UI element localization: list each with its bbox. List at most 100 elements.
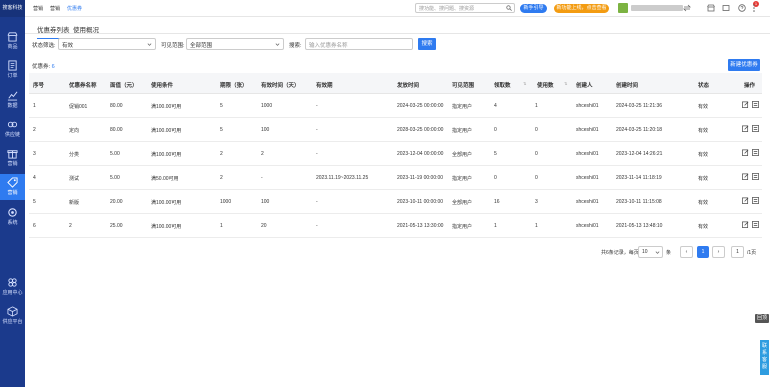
search-button[interactable]: 搜索 <box>418 38 436 50</box>
message-icon[interactable] <box>722 4 730 12</box>
cell-status: 有效 <box>698 128 709 134</box>
cell-limit: 1000 <box>220 199 232 205</box>
column-header: 可见范围 <box>452 83 475 89</box>
tab-coupon-list[interactable]: 优惠券列表 <box>37 24 70 39</box>
cell-value: 5.00 <box>110 151 120 157</box>
column-header: 有效期 <box>316 83 333 89</box>
column-header[interactable]: 使用数 <box>537 81 554 89</box>
cell-received: 4 <box>494 103 497 109</box>
cell-limit: 2 <box>220 175 223 181</box>
tab-usage-overview[interactable]: 使用概况 <box>73 24 99 34</box>
page-size-select[interactable]: 10 <box>638 246 663 258</box>
edit-icon[interactable] <box>742 173 749 180</box>
cell-created-at: 2024-03-25 11:21:36 <box>616 103 663 109</box>
cell-received: 5 <box>494 151 497 157</box>
coupon-search-input[interactable]: 输入优惠券名称 <box>305 38 413 50</box>
column-header: 使用条件 <box>151 83 174 89</box>
cell-creator: shceshi01 <box>576 175 599 181</box>
edit-icon[interactable] <box>742 125 749 132</box>
sort-icon[interactable]: ⇅ <box>564 81 567 86</box>
edit-icon[interactable] <box>742 149 749 156</box>
edit-icon[interactable] <box>742 221 749 228</box>
prev-page-button[interactable]: ‹ <box>680 246 693 258</box>
sidebar-item-supply-platform[interactable]: 供应平台 <box>0 303 25 329</box>
back-to-top-button[interactable]: 回顶 <box>755 314 769 323</box>
edit-icon[interactable] <box>742 101 749 108</box>
cell-condition: 满100.00可用 <box>151 224 182 230</box>
cell-period: - <box>316 151 318 157</box>
topnav-item[interactable]: 营销 <box>33 5 43 12</box>
cell-used: 3 <box>535 199 538 205</box>
customer-service-button[interactable]: 联系客服 <box>760 340 769 375</box>
help-icon[interactable] <box>738 4 746 12</box>
topnav-item-active[interactable]: 优惠券 <box>67 5 82 12</box>
new-coupon-button[interactable]: 新建优惠券 <box>728 59 760 71</box>
copy-icon[interactable] <box>752 173 759 180</box>
guide-button[interactable]: 新手引导 <box>520 4 547 13</box>
cell-created-at: 2023-11-14 11:18:19 <box>616 175 662 181</box>
sort-icon[interactable]: ⇅ <box>523 81 526 86</box>
coupon-search-placeholder: 输入优惠券名称 <box>309 43 348 49</box>
status-select[interactable]: 有效 <box>58 38 156 50</box>
sidebar-item-label: 供应平台 <box>2 319 23 325</box>
sidebar-item-system[interactable]: 系统 <box>0 204 25 230</box>
topnav-item[interactable]: 营销 <box>50 5 60 12</box>
cell-value: 25.00 <box>110 223 123 229</box>
sidebar-item-orders[interactable]: 订单 <box>0 57 25 83</box>
range-select[interactable]: 全部范围 <box>186 38 284 50</box>
exchange-icon[interactable] <box>683 4 691 12</box>
chevron-down-icon <box>655 251 660 254</box>
cell-name: 2 <box>69 223 72 229</box>
cell-condition: 满100.00可用 <box>151 128 182 134</box>
cell-name: 促销001 <box>69 104 88 110</box>
cell-created-at: 2021-05-13 13:48:10 <box>616 223 663 229</box>
cell-visibility: 全部用户 <box>452 200 473 206</box>
cell-visibility: 全部用户 <box>452 152 473 158</box>
cell-visibility: 指定用户 <box>452 128 473 134</box>
cell-days: 1000 <box>261 103 273 109</box>
sidebar-item-promo[interactable]: 营销 <box>0 145 25 171</box>
promo-button[interactable]: 新功能上线，点击查看 <box>554 4 609 13</box>
cell-period: - <box>316 103 318 109</box>
sidebar-item-apps[interactable]: 应用中心 <box>0 274 25 300</box>
gift-icon <box>7 150 18 159</box>
column-header: 发放时间 <box>397 83 420 89</box>
cell-value: 80.00 <box>110 103 123 109</box>
page-jump-input[interactable]: 1 <box>731 246 744 258</box>
shop-icon <box>7 32 18 42</box>
shop-icon[interactable] <box>707 4 715 12</box>
copy-icon[interactable] <box>752 125 759 132</box>
pagination-summary: 共6条记录，每页 <box>601 250 639 256</box>
sidebar-item-supply[interactable]: 供应链 <box>0 116 25 142</box>
column-header[interactable]: 领取数 <box>494 81 511 89</box>
next-page-button[interactable]: › <box>712 246 725 258</box>
column-header: 优惠券名称 <box>69 83 97 89</box>
cell-period: - <box>316 223 318 229</box>
sidebar-item-goods[interactable]: 商品 <box>0 28 25 54</box>
cell-index: 4 <box>33 175 36 181</box>
copy-icon[interactable] <box>752 149 759 156</box>
cell-issue-time: 2028-03-25 00:00:00 <box>397 127 444 133</box>
table-row: 2 定向 80.00 满100.00可用 5 100 - 2028-03-25 00:00:0… <box>29 118 762 142</box>
copy-icon[interactable] <box>752 221 759 228</box>
global-search-input[interactable]: 搜功能、搜问题、搜资源 <box>415 3 515 13</box>
copy-icon[interactable] <box>752 101 759 108</box>
copy-icon[interactable] <box>752 197 759 204</box>
user-name[interactable] <box>631 5 683 11</box>
more-icon[interactable] <box>752 4 756 12</box>
cell-name: 定向 <box>69 128 80 134</box>
cell-period: - <box>316 199 318 205</box>
column-header: 创建时间 <box>616 83 639 89</box>
edit-icon[interactable] <box>742 197 749 204</box>
avatar[interactable] <box>618 3 628 13</box>
sidebar-item-marketing[interactable]: 营销 <box>0 174 25 200</box>
table-row: 4 测试 5.00 满50.00可用 2 - 2023.11.19~2023.11.25 20… <box>29 166 762 190</box>
order-icon <box>8 60 17 71</box>
cell-name: 分类 <box>69 152 80 158</box>
page-button-current[interactable]: 1 <box>697 246 709 258</box>
sidebar-item-data[interactable]: 数据 <box>0 87 25 113</box>
cell-creator: shceshi01 <box>576 103 599 109</box>
cell-issue-time: 2024-03-25 00:00:00 <box>397 103 444 109</box>
cell-value: 5.00 <box>110 175 120 181</box>
top-bar: 营销 营销 优惠券 搜功能、搜问题、搜资源 新手引导 新功能上线，点击查看 1 <box>25 0 770 17</box>
